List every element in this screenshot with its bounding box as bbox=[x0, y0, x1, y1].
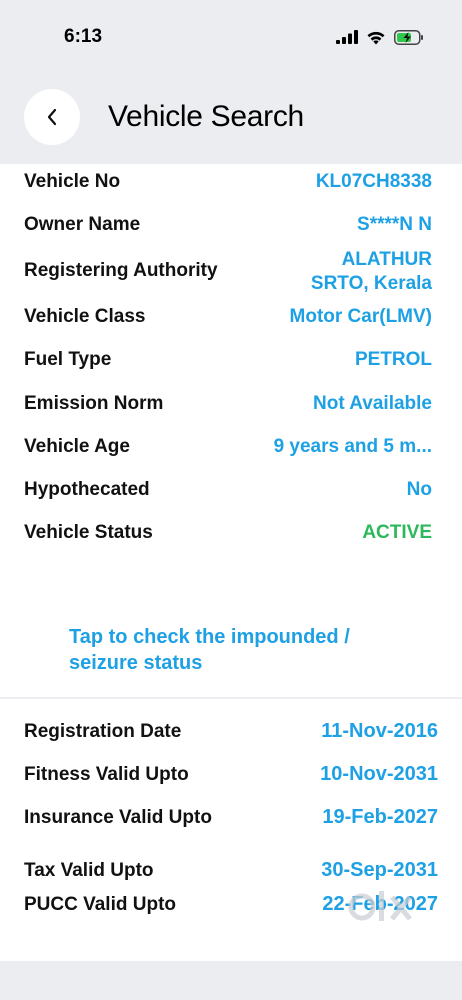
impound-status-link[interactable]: Tap to check the impounded / seizure sta… bbox=[69, 624, 350, 676]
fuel-type-value: PETROL bbox=[354, 349, 432, 370]
registration-date-label: Registration Date bbox=[24, 721, 182, 742]
status-time: 6:13 bbox=[64, 26, 103, 47]
pucc-valid-label: PUCC Valid Upto bbox=[24, 894, 177, 915]
olx-watermark-logo bbox=[348, 891, 412, 921]
vehicle-class-value: Motor Car(LMV) bbox=[289, 306, 432, 327]
fitness-valid-value: 10-Nov-2031 bbox=[320, 763, 438, 785]
vehicle-no-value: KL07CH8338 bbox=[315, 171, 432, 192]
emission-norm-label: Emission Norm bbox=[24, 393, 164, 414]
nav-bar: Vehicle Search bbox=[0, 78, 462, 162]
vehicle-age-label: Vehicle Age bbox=[24, 436, 130, 457]
hypothecated-label: Hypothecated bbox=[24, 479, 150, 500]
back-button[interactable] bbox=[24, 89, 80, 145]
tax-valid-value: 30-Sep-2031 bbox=[321, 859, 438, 881]
registering-authority-line1: ALATHUR bbox=[341, 249, 432, 270]
registering-authority-value: ALATHUR SRTO, Kerala bbox=[311, 248, 432, 296]
registration-date-value: 11-Nov-2016 bbox=[321, 720, 438, 742]
vehicle-no-label: Vehicle No bbox=[24, 171, 121, 192]
vehicle-age-value: 9 years and 5 m... bbox=[273, 436, 432, 457]
impound-link-line2: seizure status bbox=[69, 652, 203, 674]
page-title: Vehicle Search bbox=[108, 100, 304, 133]
registering-authority-line2: SRTO, Kerala bbox=[310, 273, 432, 294]
fitness-valid-label: Fitness Valid Upto bbox=[24, 764, 189, 785]
vehicle-status-label: Vehicle Status bbox=[24, 522, 153, 543]
back-chevron-icon bbox=[47, 108, 57, 126]
wifi-icon bbox=[367, 31, 385, 44]
vehicle-details-card: Vehicle No KL07CH8338 Owner Name S****N … bbox=[0, 164, 462, 697]
registering-authority-label: Registering Authority bbox=[24, 260, 218, 281]
status-bar: 6:13 bbox=[0, 0, 462, 70]
signal-icon bbox=[336, 30, 358, 44]
validity-details-card: Registration Date 11-Nov-2016 Fitness Va… bbox=[0, 699, 462, 961]
battery-charging-icon bbox=[394, 29, 423, 45]
insurance-valid-value: 19-Feb-2027 bbox=[322, 806, 438, 828]
impound-link-line1: Tap to check the impounded / bbox=[69, 626, 350, 648]
emission-norm-value: Not Available bbox=[313, 393, 432, 414]
vehicle-class-label: Vehicle Class bbox=[24, 306, 146, 327]
status-icons bbox=[336, 26, 424, 48]
hypothecated-value: No bbox=[406, 479, 432, 500]
vehicle-status-badge: ACTIVE bbox=[362, 522, 432, 543]
fuel-type-label: Fuel Type bbox=[24, 349, 112, 370]
tax-valid-label: Tax Valid Upto bbox=[24, 860, 154, 881]
owner-name-value: S****N N bbox=[357, 214, 432, 235]
owner-name-label: Owner Name bbox=[24, 214, 141, 235]
insurance-valid-label: Insurance Valid Upto bbox=[24, 807, 212, 828]
